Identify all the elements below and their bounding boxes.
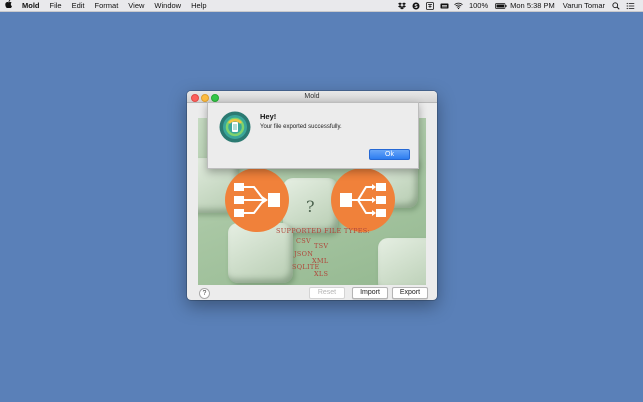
mold-app-icon <box>219 111 251 143</box>
window-title: Mold <box>304 93 320 100</box>
skype-icon[interactable]: S <box>412 2 420 10</box>
alert-message: Your file exported successfully. <box>260 124 342 130</box>
export-success-alert: Hey! Your file exported successfully. Ok <box>207 102 419 169</box>
alert-heading: Hey! <box>260 112 277 121</box>
notification-center-icon[interactable] <box>626 2 635 10</box>
keyboard-icon[interactable] <box>440 2 449 10</box>
wifi-icon[interactable] <box>454 2 463 10</box>
language-input-icon[interactable] <box>426 1 434 10</box>
import-button[interactable]: Import <box>352 287 388 299</box>
clock[interactable]: Mon 5:38 PM <box>506 0 559 11</box>
keyboard-key-decoration <box>378 238 426 285</box>
apple-menu-icon[interactable] <box>0 0 17 11</box>
menu-bar: Mold File Edit Format View Window Help S… <box>0 0 643 12</box>
menu-format[interactable]: Format <box>90 0 124 11</box>
file-type-tsv: TSV <box>314 242 329 250</box>
supported-types-title: Supported file types: <box>276 227 371 235</box>
ok-button[interactable]: Ok <box>369 149 410 160</box>
battery-percentage: 100% <box>468 1 489 10</box>
file-type-csv: CSV <box>296 237 312 245</box>
dropbox-icon[interactable] <box>397 2 406 10</box>
export-button[interactable]: Export <box>392 287 428 299</box>
menu-help[interactable]: Help <box>186 0 211 11</box>
question-mark-glyph: ? <box>306 197 315 216</box>
battery-icon[interactable] <box>495 2 507 10</box>
help-button[interactable]: ? <box>199 288 210 299</box>
import-flow-icon <box>225 168 289 232</box>
user-name[interactable]: Varun Tomar <box>559 0 609 11</box>
spotlight-search-icon[interactable] <box>612 1 620 10</box>
file-type-xls: XLS <box>314 270 329 278</box>
menu-file[interactable]: File <box>45 0 67 11</box>
menu-view[interactable]: View <box>123 0 149 11</box>
export-flow-icon <box>331 168 395 232</box>
menu-window[interactable]: Window <box>149 0 186 11</box>
reset-button[interactable]: Reset <box>309 287 345 299</box>
file-type-json: JSON <box>294 250 314 258</box>
window-bottom-bar: ? Reset Import Export <box>187 285 437 300</box>
svg-text:S: S <box>414 3 418 9</box>
menu-edit[interactable]: Edit <box>67 0 90 11</box>
app-menu[interactable]: Mold <box>17 0 45 11</box>
